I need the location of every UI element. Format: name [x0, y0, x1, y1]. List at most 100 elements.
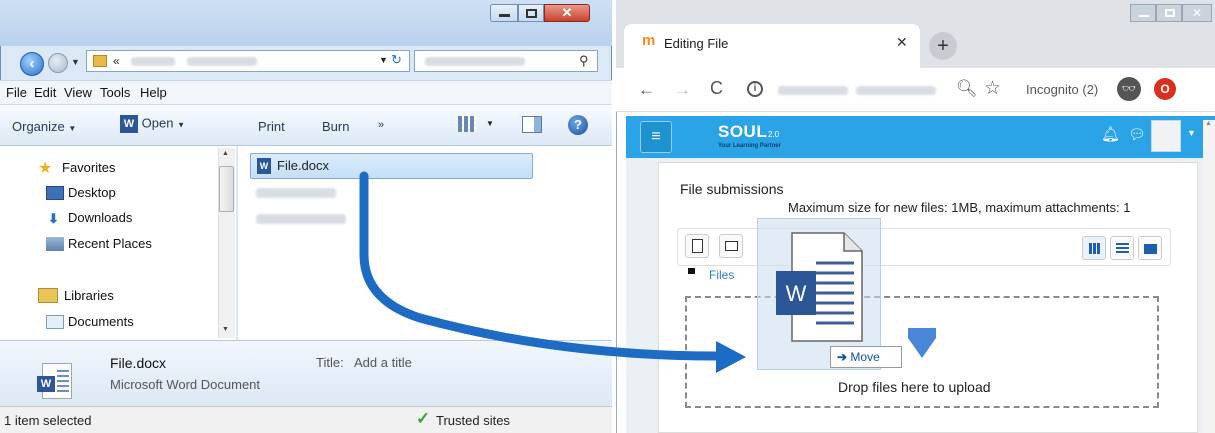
address-dropdown-icon[interactable]: ▼ — [379, 55, 388, 65]
forward-icon[interactable]: → — [674, 80, 691, 100]
burn-button[interactable]: Burn — [322, 119, 349, 134]
file-item-redacted[interactable] — [256, 214, 346, 224]
nav-desktop-label: Desktop — [68, 185, 116, 200]
back-button[interactable]: ‹ — [20, 52, 44, 76]
chrome-toolbar: ← → C i 🔍︎ ☆ Incognito (2) 👓︎ O — [616, 68, 1215, 112]
chrome-maximize-button[interactable] — [1156, 4, 1182, 22]
messages-icon[interactable]: 💬︎ — [1128, 126, 1146, 143]
file-item-selected[interactable]: W File.docx — [250, 153, 533, 179]
status-bar: 1 item selected ✓ Trusted sites — [0, 406, 612, 433]
logo-version: 2.0 — [768, 130, 780, 139]
status-selection: 1 item selected — [4, 413, 92, 428]
preview-pane-icon[interactable] — [522, 116, 542, 133]
reload-icon[interactable]: C — [710, 78, 723, 99]
chevron-down-icon: ▼ — [177, 120, 185, 130]
create-folder-button[interactable] — [719, 234, 743, 258]
details-filetype: Microsoft Word Document — [110, 377, 261, 392]
recent-pages-dropdown[interactable]: ▼ — [71, 57, 80, 67]
list-icon — [1116, 243, 1129, 254]
user-menu-chevron-icon[interactable]: ▼ — [1187, 128, 1196, 138]
files-breadcrumb[interactable]: Files — [709, 268, 734, 282]
grid-icon — [1089, 243, 1100, 254]
chevron-down-icon[interactable]: ▼ — [486, 119, 494, 128]
view-list-button[interactable] — [1110, 236, 1134, 260]
scroll-down-icon[interactable]: ▼ — [222, 326, 229, 333]
tab-close-icon[interactable]: ✕ — [896, 34, 908, 51]
organize-button[interactable]: Organize ▼ — [12, 119, 76, 134]
new-tab-button[interactable]: + — [929, 32, 957, 60]
drop-arrow-icon — [908, 328, 936, 358]
folder-outline-icon — [725, 241, 738, 251]
refresh-icon[interactable]: ↻ — [391, 52, 402, 68]
url-redacted[interactable] — [778, 86, 848, 95]
view-options-icon[interactable] — [458, 116, 476, 132]
move-label: Move — [850, 350, 880, 364]
search-placeholder-redacted — [425, 57, 525, 66]
help-icon[interactable]: ? — [568, 115, 588, 135]
explorer-close-button[interactable]: ✕ — [544, 4, 590, 22]
nav-recent-places-label: Recent Places — [68, 236, 152, 251]
bookmark-star-icon[interactable]: ☆ — [984, 77, 1001, 100]
chrome-tab[interactable]: m Editing File ✕ — [624, 24, 920, 68]
logo-text: SOUL — [718, 122, 768, 141]
open-button[interactable]: W Open ▼ — [120, 115, 185, 133]
plus-icon: + — [937, 35, 949, 57]
details-title-label: Title: — [316, 355, 344, 370]
screenshot-stage: ✕ ‹ ▼ « ▼ ↻ ⚲ File Edit View Tools Help … — [0, 0, 1215, 433]
chrome-close-button[interactable]: ✕ — [1182, 4, 1212, 22]
menu-tools[interactable]: Tools — [100, 85, 130, 100]
site-logo[interactable]: SOUL 2.0 Your Learning Partner — [718, 122, 818, 154]
zoom-icon[interactable]: 🔍︎ — [956, 79, 978, 99]
folder-icon — [93, 55, 107, 67]
explorer-minimize-button[interactable] — [490, 4, 518, 22]
file-limits-text: Maximum size for new files: 1MB, maximum… — [788, 200, 1131, 215]
menu-help[interactable]: Help — [140, 85, 167, 100]
notifications-bell-icon[interactable]: 🔔︎ — [1101, 125, 1120, 143]
menu-toggle-button[interactable]: ≡ — [640, 121, 672, 153]
checkmark-icon: ✓ — [416, 409, 431, 428]
move-badge: ➔ Move — [830, 346, 902, 368]
moodle-favicon: m — [642, 32, 656, 49]
file-item-redacted[interactable] — [256, 188, 336, 198]
word-icon: W — [120, 115, 138, 133]
nav-scrollbar-thumb[interactable] — [219, 166, 234, 212]
search-icon: ⚲ — [579, 53, 589, 68]
downloads-icon: ⬇ — [48, 211, 59, 226]
incognito-label[interactable]: Incognito (2) — [1026, 82, 1098, 97]
search-input[interactable]: ⚲ — [414, 50, 598, 72]
add-file-button[interactable] — [685, 234, 709, 258]
menu-view[interactable]: View — [64, 85, 92, 100]
forward-button[interactable] — [48, 53, 68, 73]
folder-icon — [1144, 244, 1157, 254]
menu-file[interactable]: File — [6, 85, 27, 100]
back-icon[interactable]: ← — [638, 80, 655, 100]
page-scrollbar[interactable]: ▲ — [1203, 120, 1215, 433]
print-button[interactable]: Print — [258, 119, 285, 134]
explorer-maximize-button[interactable] — [518, 4, 544, 22]
extension-icon[interactable]: O — [1154, 78, 1176, 100]
details-filename: File.docx — [110, 355, 167, 371]
scroll-up-icon[interactable]: ▲ — [222, 150, 229, 157]
documents-icon — [46, 315, 64, 329]
recent-places-icon — [46, 237, 64, 251]
details-pane: W File.docx Microsoft Word Document Titl… — [0, 340, 612, 406]
open-label: Open — [141, 115, 174, 131]
word-icon-letter: W — [786, 281, 807, 306]
address-bar[interactable]: « ▼ ↻ — [86, 50, 410, 72]
word-document-large-icon: W — [37, 363, 72, 399]
more-commands-button[interactable]: » — [378, 119, 384, 131]
file-name: File.docx — [277, 158, 330, 173]
nav-libraries-label: Libraries — [64, 288, 114, 303]
chrome-minimize-button[interactable] — [1130, 4, 1156, 22]
incognito-icon[interactable]: 👓︎ — [1117, 77, 1141, 101]
user-avatar[interactable] — [1151, 120, 1181, 152]
menu-edit[interactable]: Edit — [34, 85, 56, 100]
hamburger-icon: ≡ — [651, 128, 661, 145]
details-title-value[interactable]: Add a title — [354, 355, 412, 370]
libraries-icon — [38, 288, 58, 303]
view-tree-button[interactable] — [1138, 236, 1162, 260]
tab-title: Editing File — [664, 36, 729, 51]
info-icon[interactable]: i — [747, 81, 763, 97]
view-icons-button[interactable] — [1082, 236, 1106, 260]
url-redacted[interactable] — [856, 86, 936, 95]
